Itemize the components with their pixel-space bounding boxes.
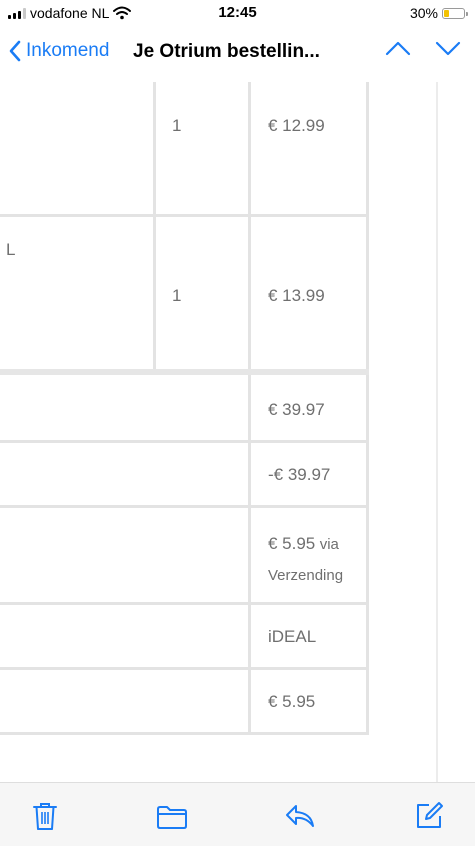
status-right: 30% bbox=[409, 5, 468, 21]
battery-percent: 30% bbox=[409, 5, 438, 21]
previous-message-button[interactable] bbox=[385, 40, 411, 61]
content-edge bbox=[436, 82, 438, 782]
chevron-down-icon bbox=[435, 41, 461, 56]
shipping-via: via bbox=[319, 536, 339, 553]
message-subject: Je Otrium bestellin... bbox=[133, 41, 320, 62]
trash-button[interactable] bbox=[32, 801, 58, 836]
folder-icon bbox=[157, 806, 187, 829]
grid-line bbox=[248, 82, 251, 734]
discount-value: -€ 39.97 bbox=[268, 465, 331, 484]
item-name: L bbox=[6, 240, 16, 259]
total-value: € 5.95 bbox=[268, 692, 316, 711]
item-price: € 13.99 bbox=[268, 286, 325, 305]
item-quantity: 1 bbox=[172, 116, 182, 135]
status-bar: vodafone NL 12:45 30% bbox=[0, 0, 475, 28]
reply-icon bbox=[286, 805, 314, 827]
grid-line bbox=[0, 602, 369, 605]
battery-icon bbox=[442, 7, 468, 19]
email-body[interactable]: 1 € 12.99 L 1 € 13.99 € 39.97 -€ 39.97 €… bbox=[0, 82, 475, 782]
grid-line bbox=[0, 505, 369, 508]
clock: 12:45 bbox=[218, 4, 257, 21]
grid-line bbox=[0, 732, 369, 735]
compose-icon bbox=[417, 802, 443, 828]
grid-line bbox=[153, 82, 156, 370]
item-price: € 12.99 bbox=[268, 116, 325, 135]
chevron-left-icon bbox=[9, 40, 21, 62]
shipping-method: Verzending bbox=[268, 567, 344, 584]
next-message-button[interactable] bbox=[435, 40, 461, 61]
compose-button[interactable] bbox=[414, 801, 444, 836]
item-quantity: 1 bbox=[172, 286, 182, 305]
move-folder-button[interactable] bbox=[156, 805, 188, 834]
bottom-toolbar bbox=[0, 782, 475, 846]
back-button[interactable]: Inkomend bbox=[8, 40, 109, 62]
table-divider bbox=[0, 369, 369, 375]
payment-method: iDEAL bbox=[268, 627, 317, 646]
chevron-up-icon bbox=[385, 41, 411, 56]
grid-line bbox=[0, 667, 369, 670]
trash-icon bbox=[33, 803, 57, 830]
message-navigation bbox=[385, 40, 461, 61]
grid-line bbox=[0, 440, 369, 443]
shipping-price: € 5.95 bbox=[268, 534, 316, 553]
reply-button[interactable] bbox=[284, 803, 316, 834]
grid-line bbox=[0, 214, 369, 217]
back-label: Inkomend bbox=[26, 40, 110, 61]
shipping-cell: € 5.95 via Verzending bbox=[268, 528, 364, 591]
battery-fill bbox=[444, 9, 449, 17]
subtotal-value: € 39.97 bbox=[268, 400, 325, 419]
grid-line bbox=[366, 82, 369, 734]
navigation-bar: Inkomend Je Otrium bestellin... bbox=[0, 28, 475, 83]
